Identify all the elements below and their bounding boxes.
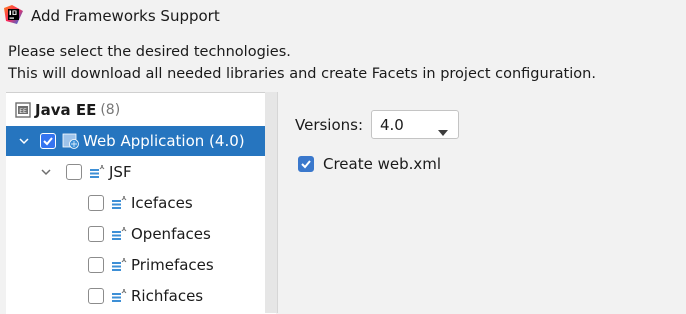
tree-scrollbar[interactable] bbox=[265, 92, 277, 313]
framework-settings-panel: Versions: 4.0 Create web.xml bbox=[287, 92, 686, 313]
jsf-icon bbox=[88, 163, 106, 181]
tree-item-label: Openfaces bbox=[131, 225, 211, 243]
tree-group-count: (8) bbox=[100, 102, 121, 118]
intellij-idea-icon bbox=[4, 5, 23, 24]
tree-item-icefaces[interactable]: Icefaces bbox=[6, 188, 276, 218]
web-module-icon bbox=[62, 132, 80, 150]
richfaces-checkbox[interactable] bbox=[88, 288, 104, 304]
frameworks-tree[interactable]: EE Java EE (8) Web Application (4.0) JSF… bbox=[6, 92, 276, 314]
window-title: Add Frameworks Support bbox=[31, 7, 220, 25]
tree-item-label: Richfaces bbox=[131, 287, 204, 305]
web-application-checkbox[interactable] bbox=[40, 133, 56, 149]
jsf-component-icon bbox=[110, 194, 128, 212]
create-webxml-label[interactable]: Create web.xml bbox=[323, 155, 441, 173]
tree-group-label: Java EE bbox=[35, 101, 97, 119]
chevron-down-icon[interactable] bbox=[18, 135, 30, 147]
tree-item-web-application[interactable]: Web Application (4.0) bbox=[6, 126, 276, 156]
jsf-checkbox[interactable] bbox=[66, 164, 82, 180]
tree-item-jsf[interactable]: JSF bbox=[6, 157, 276, 187]
description-line-1: Please select the desired technologies. bbox=[8, 44, 291, 60]
dropdown-arrow-icon bbox=[438, 122, 448, 141]
versions-label: Versions: bbox=[295, 116, 364, 134]
primefaces-checkbox[interactable] bbox=[88, 257, 104, 273]
tree-item-label: Icefaces bbox=[131, 194, 193, 212]
tree-item-label: Web Application (4.0) bbox=[83, 132, 245, 150]
icefaces-checkbox[interactable] bbox=[88, 195, 104, 211]
openfaces-checkbox[interactable] bbox=[88, 226, 104, 242]
tree-item-richfaces[interactable]: Richfaces bbox=[6, 281, 276, 311]
java-ee-icon: EE bbox=[14, 101, 32, 119]
tree-item-label: JSF bbox=[109, 163, 132, 181]
title-bar: Add Frameworks Support bbox=[0, 0, 686, 34]
versions-dropdown[interactable]: 4.0 bbox=[371, 110, 459, 139]
jsf-component-icon bbox=[110, 287, 128, 305]
create-webxml-checkbox[interactable] bbox=[298, 156, 314, 172]
svg-text:EE: EE bbox=[19, 108, 27, 115]
tree-item-label: Primefaces bbox=[131, 256, 214, 274]
tree-group-java-ee[interactable]: EE Java EE (8) bbox=[6, 95, 276, 125]
chevron-down-icon[interactable] bbox=[40, 166, 52, 178]
tree-item-primefaces[interactable]: Primefaces bbox=[6, 250, 276, 280]
jsf-component-icon bbox=[110, 225, 128, 243]
description-line-2: This will download all needed libraries … bbox=[8, 66, 596, 82]
versions-selected-value: 4.0 bbox=[380, 116, 404, 134]
tree-item-openfaces[interactable]: Openfaces bbox=[6, 219, 276, 249]
jsf-component-icon bbox=[110, 256, 128, 274]
